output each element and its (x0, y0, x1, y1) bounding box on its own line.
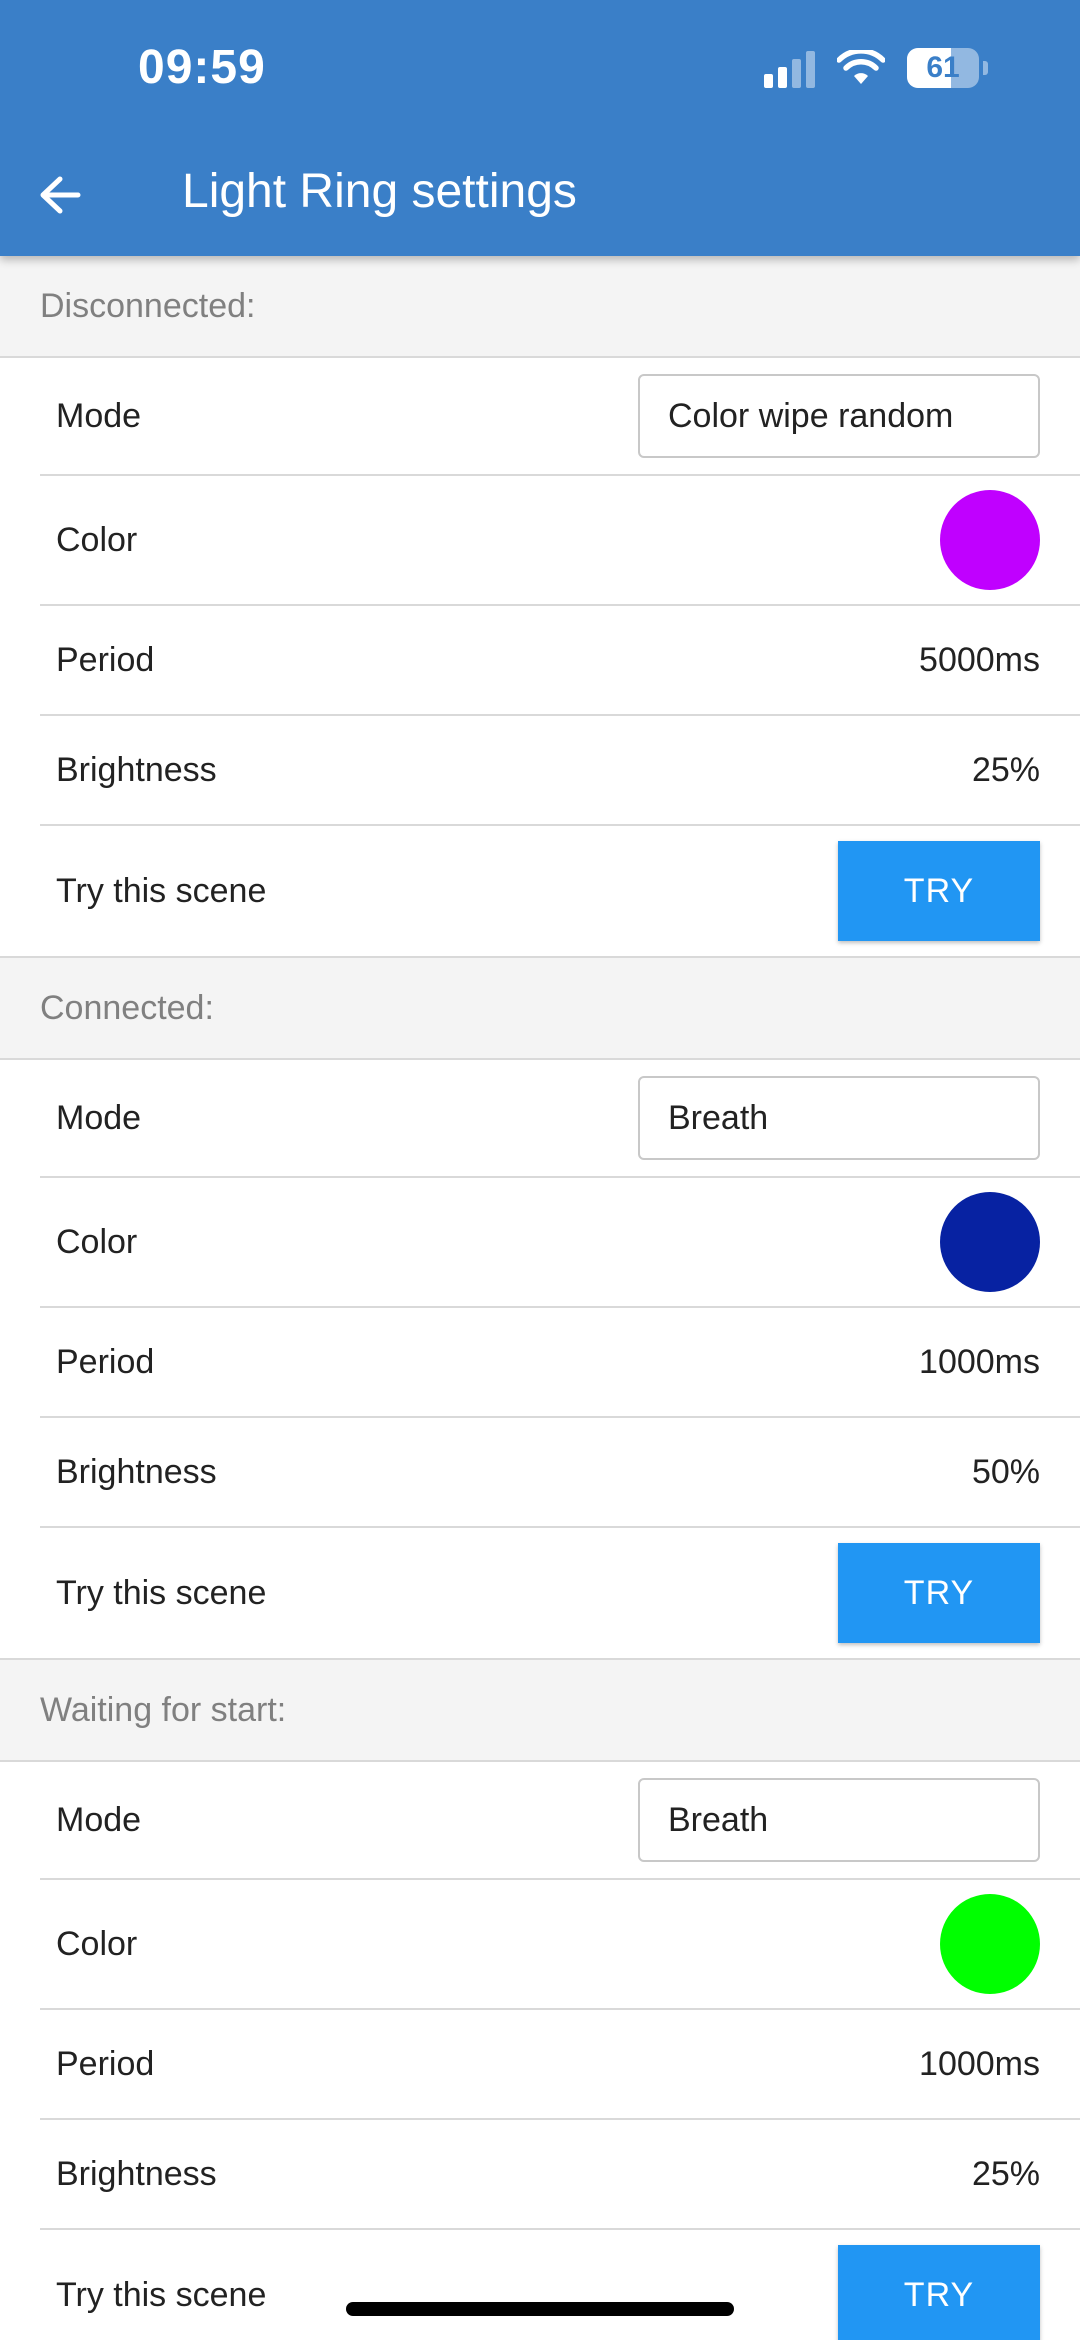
mode-label: Mode (56, 1800, 142, 1839)
mode-dropdown[interactable]: Color wipe random (638, 374, 1040, 458)
section-header: Waiting for start: (0, 1658, 1080, 1762)
period-label: Period (56, 2044, 155, 2083)
mode-dropdown[interactable]: Breath (638, 1778, 1040, 1862)
section-header: Disconnected: (0, 256, 1080, 358)
brightness-row[interactable]: Brightness 25% (40, 716, 1080, 826)
try-button[interactable]: TRY (838, 841, 1040, 941)
battery-cap (983, 61, 988, 75)
cellular-signal-icon (764, 48, 815, 88)
try-button[interactable]: TRY (838, 2245, 1040, 2340)
wifi-icon (837, 50, 885, 84)
period-value[interactable]: 1000ms (919, 1343, 1040, 1382)
period-label: Period (56, 640, 155, 679)
home-indicator[interactable] (346, 2302, 734, 2316)
period-value[interactable]: 5000ms (919, 641, 1040, 680)
arrow-left-icon (40, 176, 81, 214)
brightness-value[interactable]: 25% (972, 751, 1040, 790)
battery-level: 61 (926, 51, 960, 84)
page-title: Light Ring settings (182, 165, 577, 218)
section-header: Connected: (0, 956, 1080, 1060)
settings-group: Mode Breath Color Period 1000ms Brightness 25%… (0, 1762, 1080, 2340)
color-label: Color (56, 520, 138, 559)
try-scene-row: Try this scene TRY (40, 2230, 1080, 2340)
color-label: Color (56, 1924, 138, 1963)
mode-dropdown[interactable]: Breath (638, 1076, 1040, 1160)
mode-row: Mode Color wipe random (40, 358, 1080, 476)
color-swatch[interactable] (940, 490, 1040, 590)
light-ring-settings-screen: 09:59 61 Light Ring settings Disconnecte… (0, 0, 1080, 2340)
status-time: 09:59 (138, 41, 266, 94)
mode-label: Mode (56, 396, 142, 435)
color-swatch[interactable] (940, 1192, 1040, 1292)
app-header: 09:59 61 Light Ring settings (0, 0, 1080, 256)
color-row: Color (40, 476, 1080, 606)
brightness-value[interactable]: 50% (972, 1453, 1040, 1492)
brightness-label: Brightness (56, 2154, 217, 2193)
period-row[interactable]: Period 1000ms (40, 1308, 1080, 1418)
period-label: Period (56, 1342, 155, 1381)
back-button[interactable] (30, 160, 90, 230)
settings-group: Mode Color wipe random Color Period 5000ms Br… (0, 358, 1080, 956)
try-scene-label: Try this scene (56, 871, 267, 910)
battery-icon: 61 (907, 48, 979, 88)
settings-list[interactable]: Disconnected: Mode Color wipe random Color P… (0, 256, 1080, 2340)
try-scene-label: Try this scene (56, 1573, 267, 1612)
status-icons: 61 (764, 48, 988, 88)
period-value[interactable]: 1000ms (919, 2045, 1040, 2084)
color-row: Color (40, 1880, 1080, 2010)
brightness-label: Brightness (56, 1452, 217, 1491)
color-label: Color (56, 1222, 138, 1261)
brightness-value[interactable]: 25% (972, 2155, 1040, 2194)
brightness-row[interactable]: Brightness 50% (40, 1418, 1080, 1528)
mode-label: Mode (56, 1098, 142, 1137)
try-scene-label: Try this scene (56, 2275, 267, 2314)
settings-group: Mode Breath Color Period 1000ms Brightness 50%… (0, 1060, 1080, 1658)
period-row[interactable]: Period 5000ms (40, 606, 1080, 716)
try-button[interactable]: TRY (838, 1543, 1040, 1643)
color-row: Color (40, 1178, 1080, 1308)
color-swatch[interactable] (940, 1894, 1040, 1994)
brightness-row[interactable]: Brightness 25% (40, 2120, 1080, 2230)
try-scene-row: Try this scene TRY (40, 826, 1080, 956)
period-row[interactable]: Period 1000ms (40, 2010, 1080, 2120)
mode-row: Mode Breath (40, 1060, 1080, 1178)
mode-row: Mode Breath (40, 1762, 1080, 1880)
try-scene-row: Try this scene TRY (40, 1528, 1080, 1658)
brightness-label: Brightness (56, 750, 217, 789)
